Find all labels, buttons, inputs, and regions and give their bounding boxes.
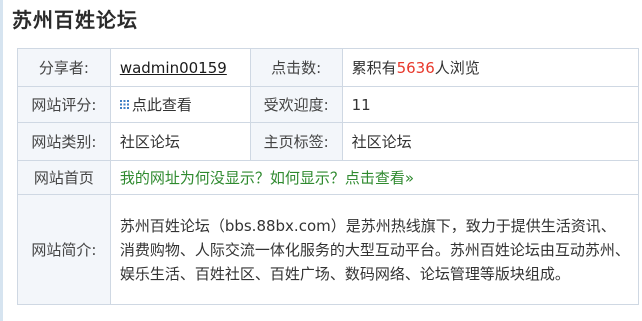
- row-intro: 网站简介: 苏州百姓论坛（bbs.88bx.com）是苏州热线旗下，致力于提供生…: [17, 194, 640, 305]
- clicks-count: 5636: [396, 58, 435, 77]
- clicks-prefix: 累积有: [351, 58, 397, 77]
- page-title: 苏州百姓论坛: [12, 8, 138, 32]
- row-rating: 网站评分: 点此查看 受欢迎度: 11: [17, 86, 640, 123]
- rating-label: 网站评分:: [17, 86, 111, 123]
- rating-link[interactable]: 点此查看: [119, 95, 192, 114]
- rating-cell: 点此查看: [109, 86, 251, 123]
- sharer-link[interactable]: wadmin00159: [120, 59, 227, 77]
- popularity-value: 11: [341, 86, 640, 123]
- row-sharer: 分享者: wadmin00159 点击数: 累积有5636人浏览: [17, 48, 640, 87]
- grid-dots-icon: [119, 99, 129, 109]
- tag-value: 社区论坛: [341, 122, 640, 161]
- clicks-cell: 累积有5636人浏览: [341, 48, 640, 87]
- homepage-label: 网站首页: [17, 160, 111, 195]
- site-info-table: 分享者: wadmin00159 点击数: 累积有5636人浏览 网站评分: 点…: [17, 48, 640, 305]
- category-value: 社区论坛: [109, 122, 251, 161]
- row-homepage: 网站首页 我的网址为何没显示？如何显示？点击查看»: [17, 160, 640, 195]
- rating-link-text: 点此查看: [131, 95, 192, 114]
- row-category: 网站类别: 社区论坛 主页标签: 社区论坛: [17, 122, 640, 161]
- clicks-suffix: 人浏览: [434, 58, 480, 77]
- sharer-label: 分享者:: [17, 48, 111, 87]
- tag-label: 主页标签:: [249, 122, 343, 161]
- popularity-label: 受欢迎度:: [249, 86, 343, 123]
- category-label: 网站类别:: [17, 122, 111, 161]
- left-border: [0, 0, 3, 321]
- intro-text: 苏州百姓论坛（bbs.88bx.com）是苏州热线旗下，致力于提供生活资讯、消费…: [109, 194, 640, 305]
- clicks-label: 点击数:: [249, 48, 343, 87]
- homepage-help-link[interactable]: 我的网址为何没显示？如何显示？点击查看»: [120, 169, 414, 187]
- sharer-cell: wadmin00159: [109, 48, 251, 87]
- intro-label: 网站简介:: [17, 194, 111, 305]
- homepage-cell: 我的网址为何没显示？如何显示？点击查看»: [109, 160, 640, 195]
